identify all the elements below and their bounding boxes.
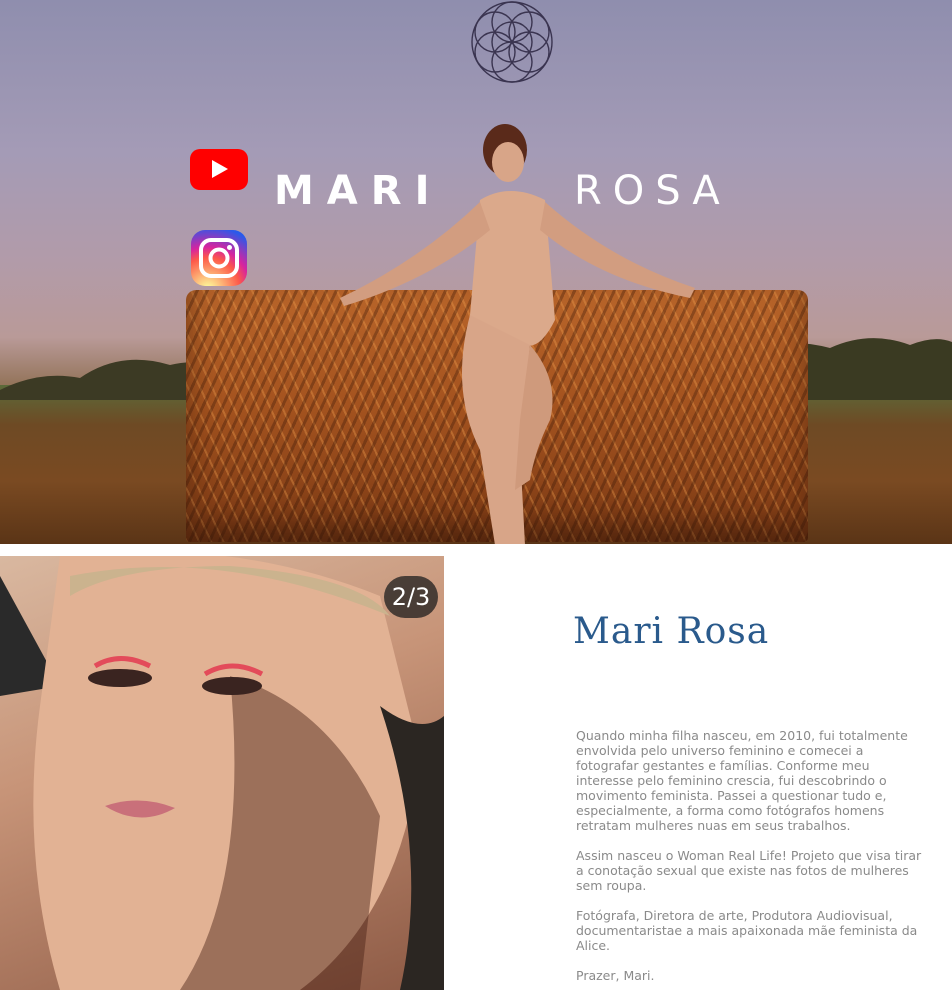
about-text: Quando minha filha nasceu, em 2010, fui … bbox=[576, 728, 926, 998]
site-title-last: ROSA bbox=[574, 168, 731, 214]
youtube-icon bbox=[212, 160, 228, 178]
slide-counter: 2/3 bbox=[384, 576, 438, 618]
photo-gallery[interactable]: 2/3 bbox=[0, 556, 444, 990]
about-paragraph: Assim nasceu o Woman Real Life! Projeto … bbox=[576, 848, 922, 893]
gallery-photo bbox=[0, 556, 444, 990]
hero-banner: MARI ROSA bbox=[0, 0, 952, 544]
instagram-icon bbox=[199, 238, 239, 278]
section-divider bbox=[0, 544, 952, 556]
about-paragraph: Prazer, Mari. bbox=[576, 968, 655, 983]
about-paragraph: Fotógrafa, Diretora de arte, Produtora A… bbox=[576, 908, 918, 953]
site-title-first: MARI bbox=[274, 168, 443, 214]
about-section: Mari Rosa Quando minha filha nasceu, em … bbox=[444, 556, 952, 990]
about-title: Mari Rosa bbox=[573, 611, 770, 652]
instagram-link[interactable] bbox=[191, 230, 247, 286]
about-paragraph: Quando minha filha nasceu, em 2010, fui … bbox=[576, 728, 908, 833]
youtube-link[interactable] bbox=[190, 149, 248, 190]
flower-of-life-icon bbox=[471, 1, 553, 83]
